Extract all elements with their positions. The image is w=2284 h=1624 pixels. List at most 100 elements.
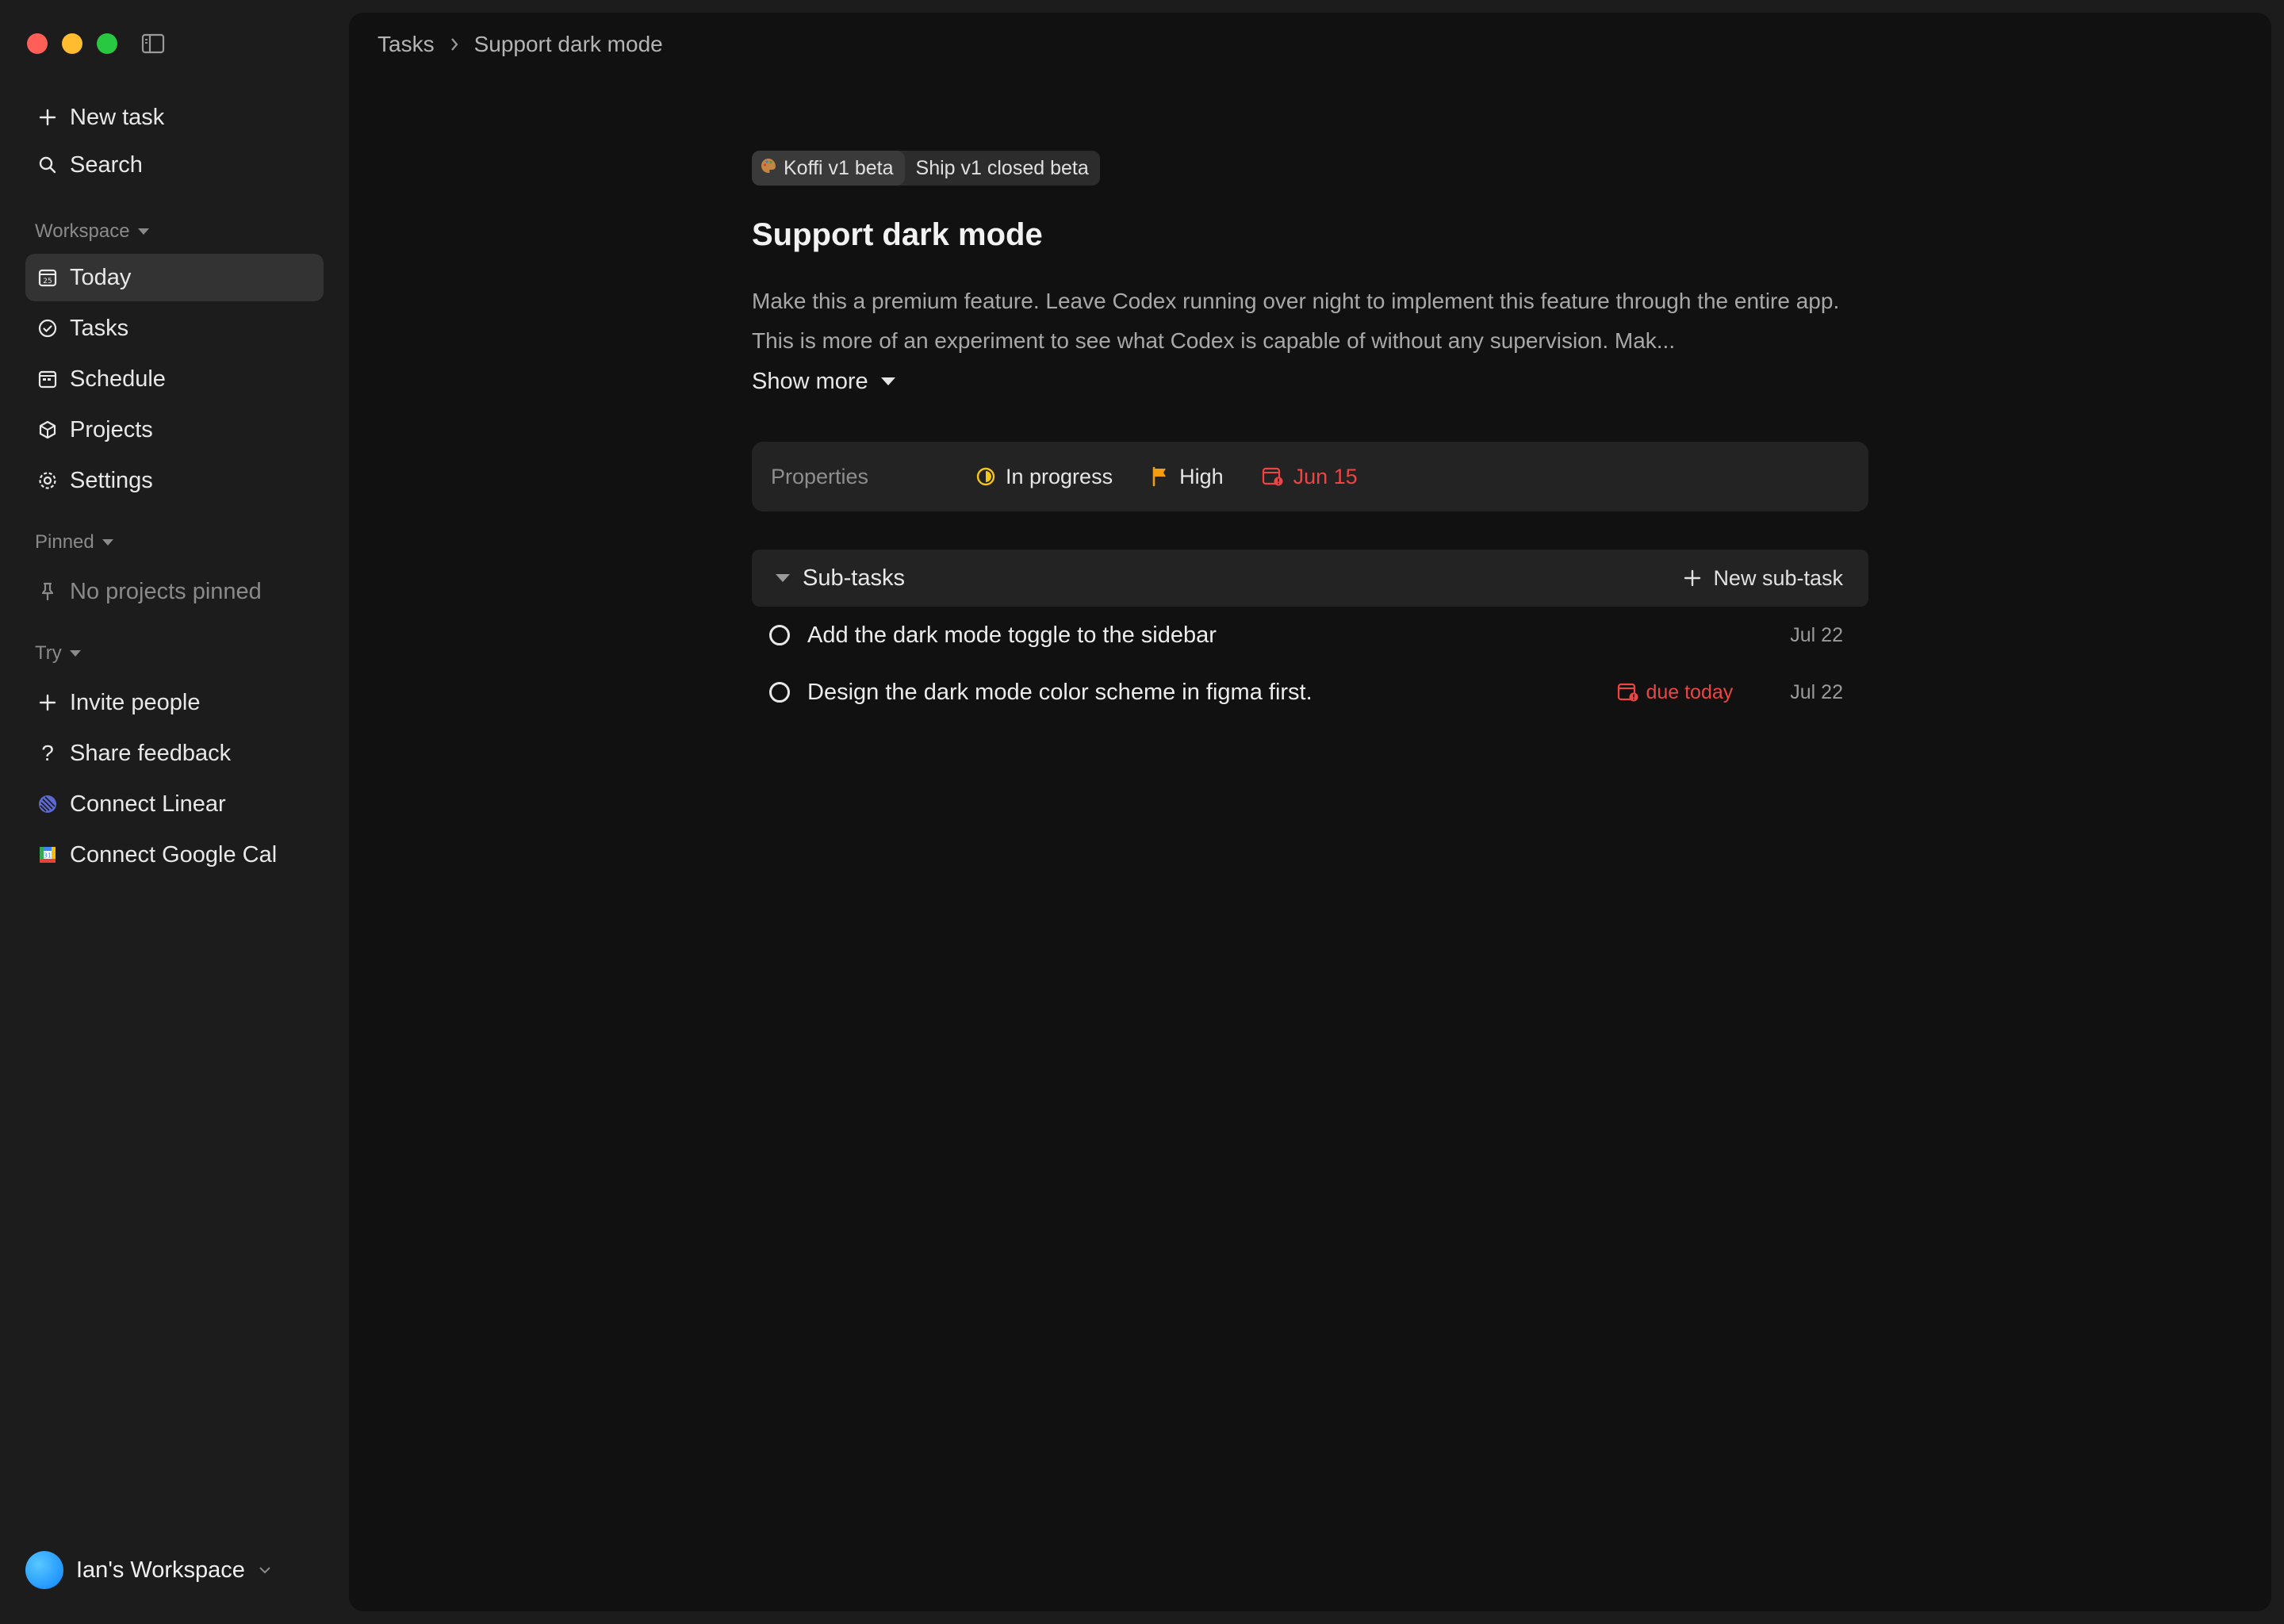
tag-group: Koffi v1 beta Ship v1 closed beta [752, 151, 1100, 186]
subtask-text: Design the dark mode color scheme in fig… [807, 679, 1313, 705]
task-detail: Koffi v1 beta Ship v1 closed beta Suppor… [752, 151, 1868, 721]
pinned-section-label: Pinned [35, 531, 94, 553]
no-projects-pinned: No projects pinned [25, 568, 324, 615]
invite-people-button[interactable]: Invite people [25, 679, 324, 726]
caret-down-icon [137, 228, 149, 235]
no-pinned-label: No projects pinned [70, 578, 262, 604]
subtask-text: Add the dark mode toggle to the sidebar [807, 622, 1217, 648]
check-circle-icon [36, 317, 59, 339]
google-calendar-icon: 31 [36, 844, 59, 866]
milestone-tag-label: Ship v1 closed beta [915, 156, 1089, 179]
app-window: New task Search Workspace 25 Today Tasks [0, 0, 2284, 1624]
search-label: Search [70, 151, 143, 178]
workspace-section-label: Workspace [35, 220, 130, 242]
try-section-label: Try [35, 642, 62, 664]
due-today-badge: due today [1617, 681, 1733, 704]
connect-google-cal-button[interactable]: 31 Connect Google Cal [25, 831, 324, 879]
new-subtask-label: New sub-task [1713, 565, 1843, 590]
task-tags: Koffi v1 beta Ship v1 closed beta [752, 151, 1868, 186]
task-description[interactable]: Make this a premium feature. Leave Codex… [752, 282, 1868, 361]
subtasks-title: Sub-tasks [803, 565, 905, 591]
caret-down-icon [776, 574, 790, 582]
google-cal-label: Connect Google Cal [70, 841, 278, 868]
properties-bar: Properties In progress High Jun 15 [752, 442, 1868, 511]
status-property[interactable]: In progress [975, 465, 1113, 489]
sidebar-item-today[interactable]: 25 Today [25, 254, 324, 301]
search-icon [36, 154, 59, 176]
caret-down-icon [880, 377, 895, 385]
svg-text:31: 31 [44, 852, 52, 860]
new-task-button[interactable]: New task [25, 94, 324, 141]
breadcrumb: Tasks Support dark mode [377, 32, 663, 57]
main-panel: Tasks Support dark mode Koffi v1 beta Sh… [349, 13, 2271, 1611]
subtask-checkbox[interactable] [769, 625, 790, 645]
pin-icon [36, 580, 59, 603]
sidebar-item-projects[interactable]: Projects [25, 406, 324, 454]
workspace-section-toggle[interactable]: Workspace [35, 220, 149, 243]
share-feedback-button[interactable]: ? Share feedback [25, 730, 324, 777]
project-tag-label: Koffi v1 beta [784, 156, 894, 179]
zoom-window-button[interactable] [97, 33, 117, 54]
calendar-alert-icon [1262, 467, 1283, 486]
sidebar-item-label: Schedule [70, 366, 166, 392]
sidebar-toggle-icon[interactable] [141, 33, 165, 54]
cube-icon [36, 419, 59, 441]
sidebar-item-settings[interactable]: Settings [25, 457, 324, 504]
linear-logo-icon [36, 793, 59, 815]
sidebar-item-label: Today [70, 264, 132, 290]
plus-icon [36, 691, 59, 714]
pinned-section-toggle[interactable]: Pinned [35, 531, 113, 553]
sidebar-item-tasks[interactable]: Tasks [25, 304, 324, 352]
priority-property[interactable]: High [1151, 465, 1224, 489]
flag-icon [1152, 466, 1167, 487]
show-more-label: Show more [752, 368, 868, 394]
subtask-row[interactable]: Design the dark mode color scheme in fig… [752, 664, 1868, 721]
feedback-label: Share feedback [70, 740, 232, 766]
subtask-date: Jul 22 [1790, 680, 1843, 703]
workspace-avatar [25, 1551, 63, 1589]
search-button[interactable]: Search [25, 141, 324, 189]
new-subtask-button[interactable]: New sub-task [1683, 566, 1843, 591]
sidebar-item-label: Projects [70, 416, 153, 442]
breadcrumb-tasks[interactable]: Tasks [377, 32, 435, 57]
svg-text:25: 25 [43, 278, 52, 285]
workspace-name: Ian's Workspace [76, 1557, 245, 1583]
calendar-day-icon: 25 [36, 266, 59, 289]
calendar-icon [36, 368, 59, 390]
project-tag[interactable]: Koffi v1 beta [752, 151, 905, 186]
sidebar-item-label: Settings [70, 467, 153, 493]
caret-down-icon [102, 539, 113, 546]
question-icon: ? [41, 741, 54, 765]
palette-icon [760, 157, 777, 180]
minimize-window-button[interactable] [62, 33, 82, 54]
properties-label: Properties [771, 464, 869, 488]
sidebar: New task Search Workspace 25 Today Tasks [0, 0, 349, 1624]
due-date-property[interactable]: Jun 15 [1262, 465, 1358, 489]
breadcrumb-current: Support dark mode [473, 32, 663, 56]
half-circle-status-icon [976, 467, 995, 486]
subtasks-collapse-toggle[interactable]: Sub-tasks [776, 565, 905, 592]
new-task-label: New task [70, 104, 165, 130]
try-section-toggle[interactable]: Try [35, 642, 81, 665]
chevron-right-icon [450, 38, 458, 51]
plus-icon [36, 106, 59, 128]
invite-label: Invite people [70, 689, 201, 715]
subtask-row[interactable]: Add the dark mode toggle to the sidebar … [752, 607, 1868, 664]
calendar-alert-icon [1618, 683, 1638, 702]
milestone-tag[interactable]: Ship v1 closed beta [905, 151, 1100, 186]
due-date-value: Jun 15 [1293, 464, 1358, 488]
gear-icon [36, 469, 59, 492]
subtask-checkbox[interactable] [769, 682, 790, 703]
chevron-down-icon [259, 1567, 270, 1574]
plus-icon [1684, 569, 1701, 587]
sidebar-item-schedule[interactable]: Schedule [25, 355, 324, 403]
linear-label: Connect Linear [70, 791, 226, 817]
workspace-switcher[interactable]: Ian's Workspace [25, 1551, 272, 1589]
show-more-button[interactable]: Show more [752, 364, 1868, 399]
task-title[interactable]: Support dark mode [752, 217, 1868, 253]
connect-linear-button[interactable]: Connect Linear [25, 780, 324, 828]
sidebar-item-label: Tasks [70, 315, 129, 341]
subtasks-header: Sub-tasks New sub-task [752, 550, 1868, 607]
close-window-button[interactable] [27, 33, 48, 54]
priority-value: High [1179, 464, 1224, 488]
